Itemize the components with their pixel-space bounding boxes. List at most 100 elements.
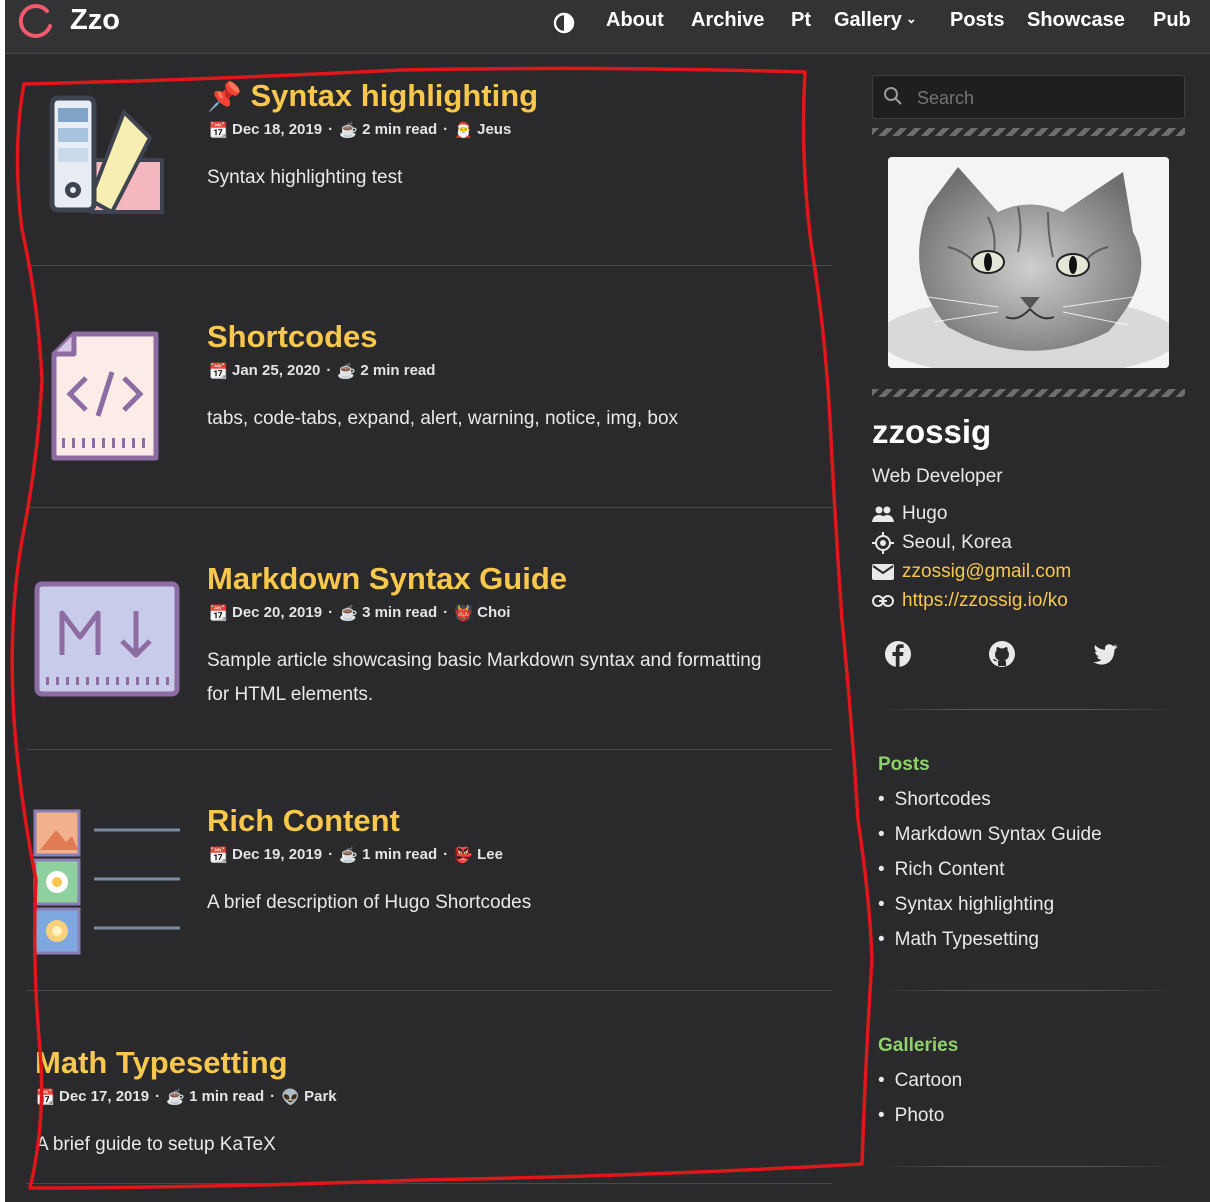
coffee-icon: ☕	[339, 847, 358, 864]
sidebar-post-link[interactable]: Markdown Syntax Guide	[878, 824, 1102, 846]
skull-icon: 👹	[454, 605, 473, 622]
read-time: 1 min read	[189, 1088, 265, 1105]
nav-pt[interactable]: Pt	[791, 9, 811, 32]
profile-name: zzossig	[872, 413, 992, 450]
sidebar-post-link[interactable]: Shortcodes	[878, 789, 991, 811]
calendar-icon: 📆	[209, 847, 228, 864]
email-link[interactable]: zzossig@gmail.com	[902, 561, 1071, 583]
post-divider	[26, 749, 832, 750]
sidebar-divider	[872, 1166, 1182, 1167]
post-summary: Syntax highlighting test	[207, 167, 403, 188]
post-summary: A brief description of Hugo Shortcodes	[207, 892, 532, 913]
post-meta: 📆 Dec 19, 2019 · ☕ 1 min read · 👺 Lee	[209, 846, 503, 864]
search-box	[872, 75, 1185, 120]
post-divider	[26, 265, 832, 266]
read-time: 2 min read	[360, 362, 436, 379]
github-icon[interactable]	[988, 640, 1016, 668]
coffee-icon: ☕	[339, 605, 358, 622]
calendar-icon: 📆	[36, 1089, 55, 1106]
post-title-rich-content[interactable]: Rich Content	[207, 803, 400, 839]
post-title-text: Syntax highlighting	[250, 78, 539, 113]
avatar	[888, 157, 1169, 368]
calendar-icon: 📆	[209, 605, 228, 622]
people-icon	[872, 506, 894, 522]
search-icon	[884, 87, 902, 105]
sidebar-post-link[interactable]: Syntax highlighting	[878, 894, 1055, 916]
post-summary: tabs, code-tabs, expand, alert, warning,…	[207, 408, 679, 429]
post-author[interactable]: Choi	[477, 604, 510, 621]
read-time: 1 min read	[362, 846, 438, 863]
sidebar-post-link[interactable]: Math Typesetting	[878, 929, 1039, 951]
profile-location: Seoul, Korea	[872, 532, 1012, 554]
post-divider	[26, 990, 832, 991]
sidebar-gallery-link[interactable]: Photo	[878, 1105, 945, 1127]
website-link[interactable]: https://zzossig.io/ko	[902, 590, 1068, 612]
pushpin-icon: 📌	[207, 81, 242, 112]
decorative-stripe	[872, 128, 1185, 136]
search-input[interactable]	[915, 76, 1179, 120]
profile-location-text: Seoul, Korea	[902, 532, 1012, 553]
post-meta: 📆 Dec 18, 2019 · ☕ 2 min read · 🎅 Jeus	[209, 121, 511, 139]
post-meta: 📆 Dec 17, 2019 · ☕ 1 min read · 👽 Park	[36, 1088, 337, 1106]
profile-website: https://zzossig.io/ko	[872, 590, 1068, 612]
meta-separator: ·	[443, 121, 449, 138]
decorative-stripe	[872, 389, 1185, 397]
calendar-icon: 📆	[209, 363, 228, 380]
meta-separator: ·	[155, 1088, 161, 1105]
nav-showcase[interactable]: Showcase	[1027, 9, 1125, 32]
post-title-shortcodes[interactable]: Shortcodes	[207, 319, 378, 355]
meta-separator: ·	[270, 1088, 276, 1105]
post-author[interactable]: Lee	[477, 846, 503, 863]
nav-gallery[interactable]: Gallery ⌄	[834, 9, 917, 32]
sidebar-divider	[872, 990, 1182, 991]
profile-email: zzossig@gmail.com	[872, 561, 1071, 583]
post-date: Dec 19, 2019	[232, 846, 323, 863]
top-navbar: Zzo About Archive Pt Gallery ⌄ Posts Show…	[5, 0, 1210, 54]
profile-org: Hugo	[872, 503, 947, 525]
post-date: Dec 18, 2019	[232, 121, 323, 138]
read-time: 2 min read	[362, 121, 438, 138]
posts-heading[interactable]: Posts	[878, 754, 930, 776]
twitter-icon[interactable]	[1092, 640, 1120, 668]
calendar-icon: 📆	[209, 122, 228, 139]
post-meta: 📆 Jan 25, 2020 · ☕ 2 min read	[209, 362, 436, 380]
nav-about[interactable]: About	[606, 9, 664, 32]
post-divider	[26, 1183, 832, 1184]
post-author[interactable]: Jeus	[477, 121, 511, 138]
facebook-icon[interactable]	[884, 640, 912, 668]
post-title-syntax[interactable]: 📌 Syntax highlighting	[207, 78, 538, 114]
swatch-icon[interactable]	[42, 90, 172, 220]
galleries-heading[interactable]: Galleries	[878, 1035, 958, 1057]
sidebar-divider	[872, 709, 1182, 710]
brand-name[interactable]: Zzo	[70, 4, 120, 37]
ogre-icon: 👺	[454, 847, 473, 864]
meta-separator: ·	[328, 121, 334, 138]
sidebar-post-link[interactable]: Rich Content	[878, 859, 1005, 881]
sidebar-gallery-link[interactable]: Cartoon	[878, 1070, 963, 1092]
mail-icon	[872, 564, 894, 580]
logo-icon[interactable]	[17, 2, 57, 42]
gallery-list-icon[interactable]	[32, 806, 182, 956]
post-meta: 📆 Dec 20, 2019 · ☕ 3 min read · 👹 Choi	[209, 604, 510, 622]
code-file-icon[interactable]	[46, 328, 166, 468]
meta-separator: ·	[328, 604, 334, 621]
post-summary: A brief guide to setup KaTeX	[36, 1134, 276, 1155]
post-author[interactable]: Park	[304, 1088, 337, 1105]
post-date: Dec 20, 2019	[232, 604, 323, 621]
nav-archive[interactable]: Archive	[691, 9, 764, 32]
markdown-icon[interactable]	[34, 581, 180, 699]
nav-gallery-label: Gallery	[834, 9, 902, 31]
read-time: 3 min read	[362, 604, 438, 621]
coffee-icon: ☕	[339, 122, 358, 139]
santa-icon: 🎅	[454, 122, 473, 139]
post-date: Jan 25, 2020	[232, 362, 321, 379]
alien-icon: 👽	[281, 1089, 300, 1106]
nav-pub[interactable]: Pub	[1153, 9, 1191, 32]
post-title-math[interactable]: Math Typesetting	[35, 1045, 288, 1081]
post-title-markdown[interactable]: Markdown Syntax Guide	[207, 561, 567, 597]
theme-toggle-icon[interactable]	[553, 12, 575, 34]
meta-separator: ·	[443, 846, 449, 863]
post-summary: Sample article showcasing basic Markdown…	[207, 650, 762, 705]
nav-posts[interactable]: Posts	[950, 9, 1004, 32]
location-icon	[872, 532, 894, 554]
